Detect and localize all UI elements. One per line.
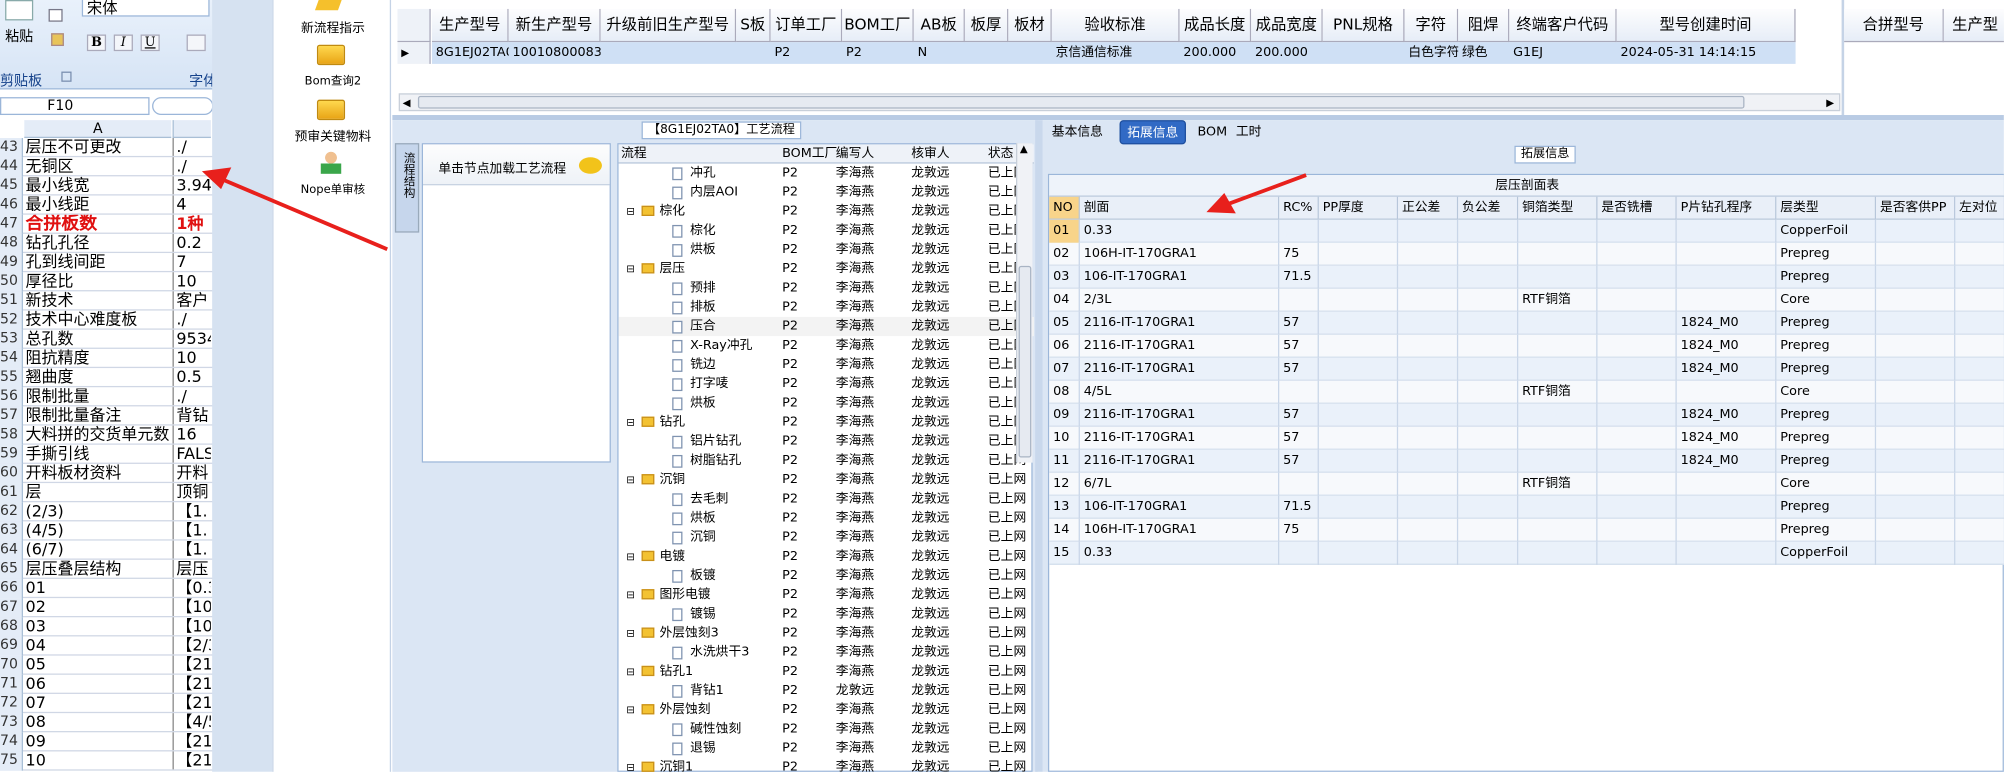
annotation-arrow-2 (1206, 173, 1307, 214)
annotation-arrows (201, 167, 1307, 251)
annotation-arrow-1 (201, 167, 388, 251)
app-screen: 粘贴 宋体 B I U 剪贴板 字体 F10 A 43 层压不可更改 ./44 无铜区… (0, 0, 2004, 772)
